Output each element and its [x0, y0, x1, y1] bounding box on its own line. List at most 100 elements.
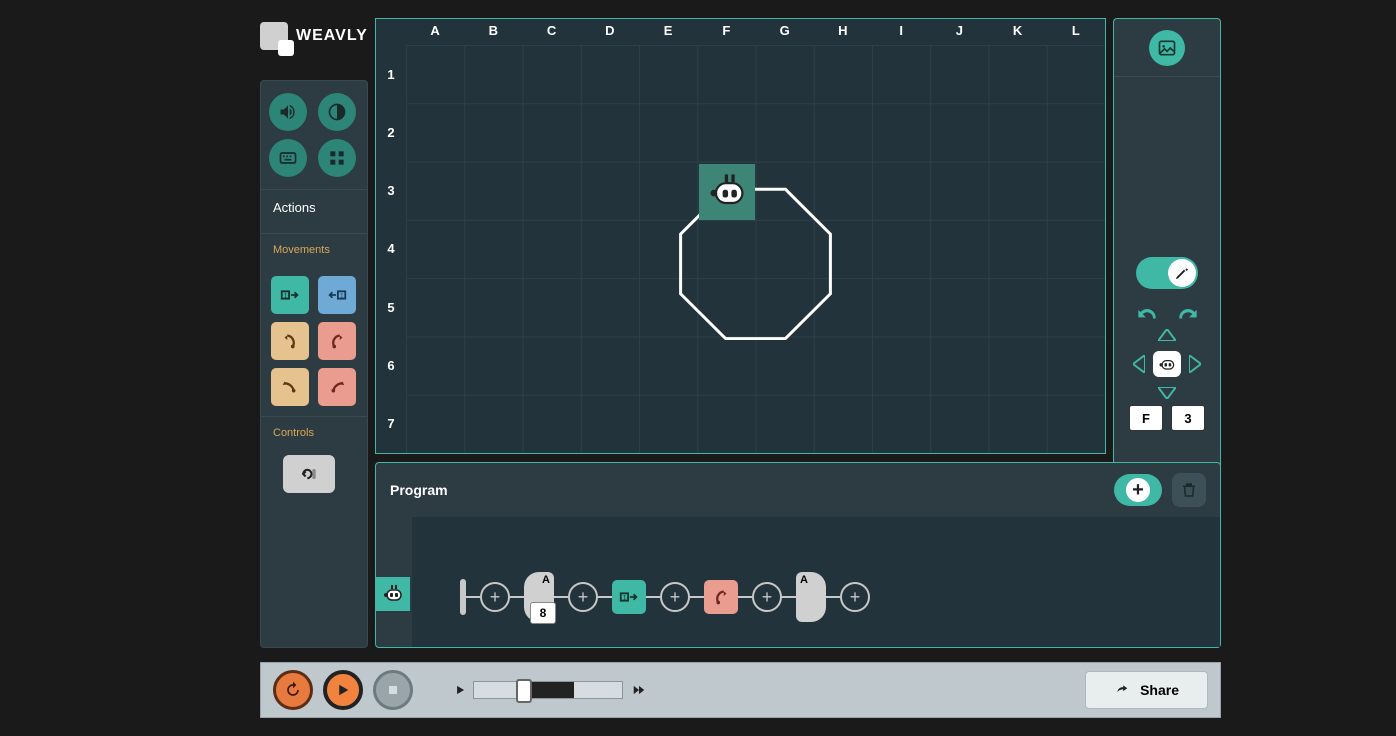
svg-text:1: 1 [284, 291, 288, 300]
audio-button[interactable] [269, 93, 307, 131]
speed-fast-icon [629, 683, 649, 697]
insert-slot[interactable]: + [752, 582, 782, 612]
insert-slot[interactable]: + [480, 582, 510, 612]
svg-text:1: 1 [340, 291, 344, 300]
col-header: H [814, 19, 872, 45]
playback-bar: Share [260, 662, 1221, 718]
speaker-icon [278, 102, 298, 122]
loop-start-block[interactable]: A 8 [524, 572, 554, 622]
insert-slot[interactable]: + [568, 582, 598, 612]
play-button[interactable] [323, 670, 363, 710]
turn-left-45-icon [279, 330, 301, 352]
loop-end-label: A [800, 574, 808, 586]
stop-button[interactable] [373, 670, 413, 710]
track-start-robot [376, 577, 410, 611]
share-button[interactable]: Share [1085, 671, 1208, 709]
program-forward-block[interactable]: 1 [612, 580, 646, 614]
theme-button[interactable] [318, 93, 356, 131]
turn-right-45-icon [326, 330, 348, 352]
col-header: D [581, 19, 639, 45]
col-header: K [989, 19, 1047, 45]
position-col-input[interactable]: F [1129, 405, 1163, 431]
position-dpad [1127, 329, 1207, 399]
brand-name: WEAVLY [296, 27, 368, 45]
undo-icon[interactable] [1134, 303, 1160, 321]
robot-small-icon [1157, 354, 1177, 374]
row-header: 5 [376, 278, 406, 336]
col-header: J [930, 19, 988, 45]
speed-slider[interactable] [473, 681, 623, 699]
turn-right-icon [710, 586, 732, 608]
loop-icon [296, 464, 322, 484]
row-header: 1 [376, 45, 406, 103]
app-logo: WEAVLY [260, 22, 368, 50]
program-panel: Program + + A 8 + [375, 462, 1221, 648]
apps-icon [327, 148, 347, 168]
move-backward-tile[interactable]: 1 [318, 276, 356, 314]
insert-slot[interactable]: + [840, 582, 870, 612]
turn-right-45-tile[interactable] [318, 322, 356, 360]
dpad-down[interactable] [1158, 387, 1176, 399]
program-track[interactable]: + A 8 + 1 + + [412, 517, 1220, 647]
contrast-icon [327, 102, 347, 122]
turn-left-45-tile[interactable] [271, 322, 309, 360]
redo-icon[interactable] [1175, 303, 1201, 321]
col-header: G [756, 19, 814, 45]
robot-icon [705, 170, 749, 214]
delete-button[interactable] [1172, 473, 1206, 507]
backward-icon: 1 [326, 284, 348, 306]
col-header: A [406, 19, 464, 45]
robot-track-icon [381, 582, 405, 606]
reset-button[interactable] [273, 670, 313, 710]
turn-right-90-icon [326, 376, 348, 398]
move-forward-tile[interactable]: 1 [271, 276, 309, 314]
pen-toggle[interactable] [1136, 257, 1198, 289]
add-node-button[interactable]: + [1114, 474, 1162, 506]
dpad-center-robot [1153, 351, 1181, 377]
plus-icon: + [1126, 478, 1150, 502]
speed-slow-icon [453, 683, 467, 697]
grid-button[interactable] [318, 139, 356, 177]
row-headers: 1 2 3 4 5 6 7 [376, 45, 406, 453]
row-header: 3 [376, 162, 406, 220]
col-header: C [523, 19, 581, 45]
drawn-path [406, 45, 1105, 453]
logo-icon [260, 22, 288, 50]
pen-icon [1174, 265, 1190, 281]
loop-count-input[interactable]: 8 [530, 602, 556, 624]
program-turn-right-block[interactable] [704, 580, 738, 614]
insert-slot[interactable]: + [660, 582, 690, 612]
col-header: F [697, 19, 755, 45]
turn-left-90-icon [279, 376, 301, 398]
keyboard-button[interactable] [269, 139, 307, 177]
stop-icon [385, 682, 401, 698]
slider-thumb[interactable] [516, 679, 532, 703]
share-icon [1114, 683, 1130, 697]
robot-character[interactable] [699, 164, 755, 220]
dpad-right[interactable] [1189, 355, 1201, 373]
turn-left-90-tile[interactable] [271, 368, 309, 406]
image-icon [1157, 38, 1177, 58]
dpad-up[interactable] [1158, 329, 1176, 341]
dpad-left[interactable] [1133, 355, 1145, 373]
col-header: L [1047, 19, 1105, 45]
loop-end-block[interactable]: A [796, 572, 826, 622]
row-header: 4 [376, 220, 406, 278]
svg-text:1: 1 [623, 593, 627, 602]
turn-right-90-tile[interactable] [318, 368, 356, 406]
row-header: 2 [376, 103, 406, 161]
program-title: Program [390, 482, 1114, 498]
background-button[interactable] [1149, 30, 1185, 66]
scene-canvas[interactable]: A B C D E F G H I J K L 1 2 3 4 5 6 7 [375, 18, 1106, 454]
trash-icon [1180, 481, 1198, 499]
forward-icon: 1 [618, 586, 640, 608]
reset-icon [283, 680, 303, 700]
forward-icon: 1 [279, 284, 301, 306]
col-header: B [464, 19, 522, 45]
position-row-input[interactable]: 3 [1171, 405, 1205, 431]
row-header: 6 [376, 336, 406, 394]
left-sidebar: Actions Movements 1 1 [260, 80, 368, 648]
movements-heading: Movements [273, 244, 355, 262]
loop-tile[interactable] [283, 455, 335, 493]
col-header: E [639, 19, 697, 45]
